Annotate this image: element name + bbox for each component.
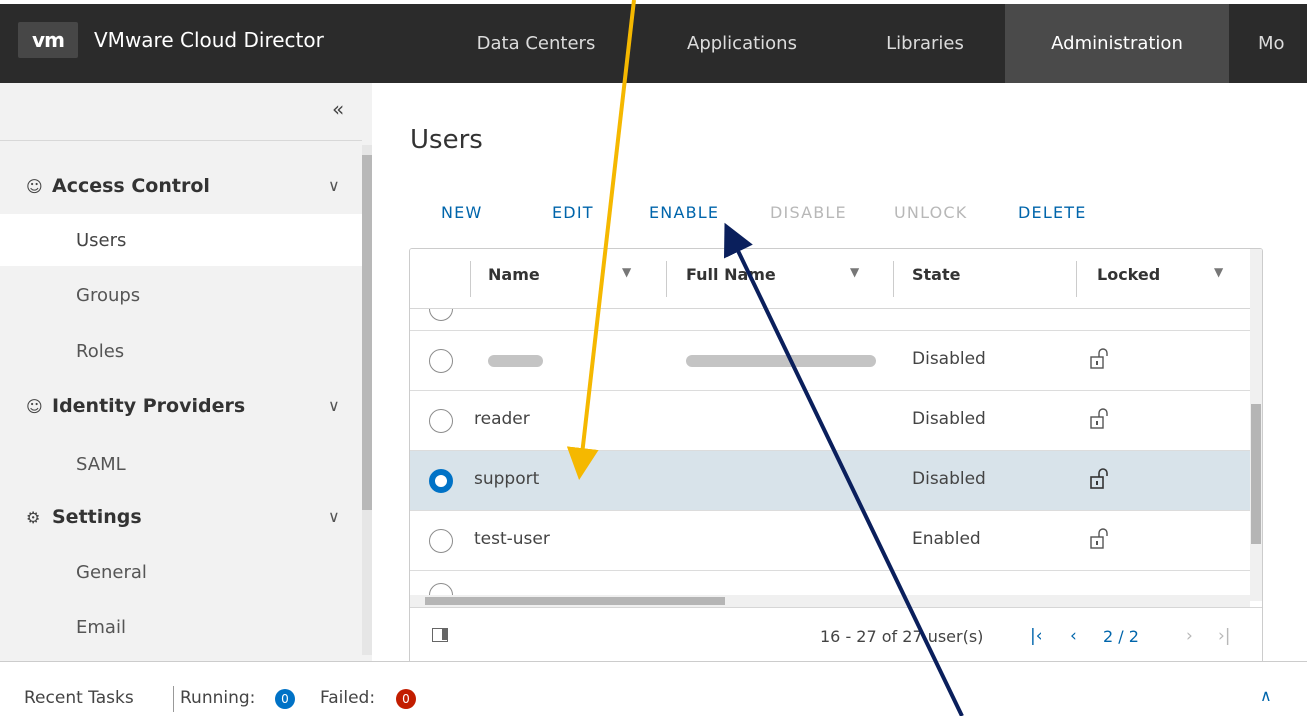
- first-page-icon[interactable]: |‹: [1030, 626, 1043, 646]
- column-header-name[interactable]: Name: [488, 265, 540, 284]
- next-page-icon[interactable]: ›: [1186, 626, 1193, 646]
- top-header: vm VMware Cloud Director Data Centers Ap…: [0, 0, 1307, 83]
- disable-button[interactable]: DISABLE: [770, 203, 847, 222]
- cell-state: Disabled: [912, 409, 986, 429]
- separator: [173, 686, 174, 712]
- previous-page-icon[interactable]: ‹: [1070, 626, 1077, 646]
- running-label: Running:: [180, 688, 256, 708]
- table-row-partial: [410, 309, 1250, 331]
- column-toggle-icon[interactable]: [432, 628, 448, 642]
- enable-button[interactable]: ENABLE: [649, 203, 719, 222]
- grid-vertical-scroll-thumb[interactable]: [1251, 404, 1261, 544]
- sidebar-item-groups[interactable]: Groups: [0, 269, 362, 321]
- new-button[interactable]: NEW: [441, 203, 483, 222]
- table-row[interactable]: Disabled: [410, 331, 1250, 391]
- sidebar-section-access-control[interactable]: ☺ Access Control: [26, 171, 210, 201]
- row-radio[interactable]: [429, 349, 453, 373]
- edit-button[interactable]: EDIT: [552, 203, 594, 222]
- failed-count-badge: 0: [396, 689, 416, 709]
- last-page-icon[interactable]: ›|: [1218, 626, 1231, 646]
- redacted-name: [488, 355, 543, 367]
- row-radio[interactable]: [429, 409, 453, 433]
- filter-icon[interactable]: ▼: [1214, 265, 1223, 279]
- expand-up-icon[interactable]: ∧: [1260, 686, 1272, 705]
- page-title: Users: [410, 125, 483, 155]
- page-indicator[interactable]: 2 / 2: [1103, 627, 1139, 646]
- column-separator: [666, 261, 667, 297]
- cell-name: support: [474, 469, 540, 489]
- unlocked-icon: [1090, 408, 1108, 429]
- sidebar-item-users[interactable]: Users: [0, 214, 362, 266]
- recent-tasks-label[interactable]: Recent Tasks: [24, 688, 134, 708]
- unlocked-icon: [1090, 468, 1108, 489]
- vm-logo: vm: [18, 22, 78, 58]
- cell-name: test-user: [474, 529, 550, 549]
- brand[interactable]: vm VMware Cloud Director: [18, 22, 324, 58]
- user-gear-icon: ☺: [26, 396, 43, 416]
- nav-libraries[interactable]: Libraries: [850, 4, 1000, 83]
- pagination-range: 16 - 27 of 27 user(s): [820, 627, 984, 646]
- row-radio[interactable]: [429, 583, 453, 595]
- section-label: Access Control: [52, 175, 210, 197]
- users-datagrid: Disabled reader Disabled support Disable…: [409, 248, 1263, 665]
- sidebar-item-general[interactable]: General: [0, 546, 362, 598]
- unlocked-icon: [1090, 528, 1108, 549]
- nav-more[interactable]: Mo: [1250, 4, 1307, 83]
- column-header-full-name[interactable]: Full Name: [686, 265, 776, 284]
- sidebar-section-settings[interactable]: ⚙ Settings: [26, 502, 142, 532]
- table-row[interactable]: reader Disabled: [410, 391, 1250, 451]
- cell-name: reader: [474, 409, 530, 429]
- app-title: VMware Cloud Director: [94, 28, 324, 52]
- table-row-selected[interactable]: support Disabled: [410, 451, 1250, 511]
- filter-icon[interactable]: ▼: [850, 265, 859, 279]
- column-separator: [470, 261, 471, 297]
- running-count-badge: 0: [275, 689, 295, 709]
- cell-state: Enabled: [912, 529, 981, 549]
- unlock-button[interactable]: UNLOCK: [894, 203, 967, 222]
- grid-horizontal-scroll-thumb[interactable]: [425, 597, 725, 605]
- nav-administration[interactable]: Administration: [1005, 4, 1229, 83]
- redacted-full-name: [686, 355, 876, 367]
- section-label: Settings: [52, 506, 142, 528]
- row-radio[interactable]: [429, 309, 453, 321]
- sidebar-item-roles[interactable]: Roles: [0, 325, 362, 377]
- row-radio-selected[interactable]: [429, 469, 453, 493]
- sidebar-scroll-thumb[interactable]: [362, 155, 372, 510]
- double-chevron-left-icon[interactable]: «: [332, 97, 344, 121]
- chevron-down-icon[interactable]: ∨: [328, 396, 340, 415]
- row-radio[interactable]: [429, 529, 453, 553]
- unlocked-icon: [1090, 348, 1108, 369]
- users-icon: ☺: [26, 176, 43, 196]
- delete-button[interactable]: DELETE: [1018, 203, 1087, 222]
- grid-header: Name ▼ Full Name ▼ State Locked ▼: [410, 249, 1262, 309]
- column-separator: [1076, 261, 1077, 297]
- cell-state: Disabled: [912, 469, 986, 489]
- nav-data-centers[interactable]: Data Centers: [448, 4, 624, 83]
- table-row-partial: [410, 571, 1250, 595]
- table-row[interactable]: test-user Enabled: [410, 511, 1250, 571]
- chevron-down-icon[interactable]: ∨: [328, 507, 340, 526]
- chevron-down-icon[interactable]: ∨: [328, 176, 340, 195]
- sidebar-divider: [0, 140, 362, 141]
- sidebar-item-saml[interactable]: SAML: [0, 438, 362, 490]
- column-header-state[interactable]: State: [912, 265, 960, 284]
- failed-label: Failed:: [320, 688, 376, 708]
- cell-state: Disabled: [912, 349, 986, 369]
- nav-applications[interactable]: Applications: [654, 4, 830, 83]
- column-separator: [893, 261, 894, 297]
- gear-icon: ⚙: [26, 507, 41, 527]
- grid-footer: 16 - 27 of 27 user(s) |‹ ‹ 2 / 2 › ›|: [410, 607, 1262, 664]
- sidebar-section-identity-providers[interactable]: ☺ Identity Providers: [26, 391, 245, 421]
- column-header-locked[interactable]: Locked: [1097, 265, 1160, 284]
- recent-tasks-bar: Recent Tasks Running: 0 Failed: 0 ∧: [0, 661, 1307, 716]
- section-label: Identity Providers: [52, 395, 246, 417]
- filter-icon[interactable]: ▼: [622, 265, 631, 279]
- sidebar-item-email[interactable]: Email: [0, 601, 362, 653]
